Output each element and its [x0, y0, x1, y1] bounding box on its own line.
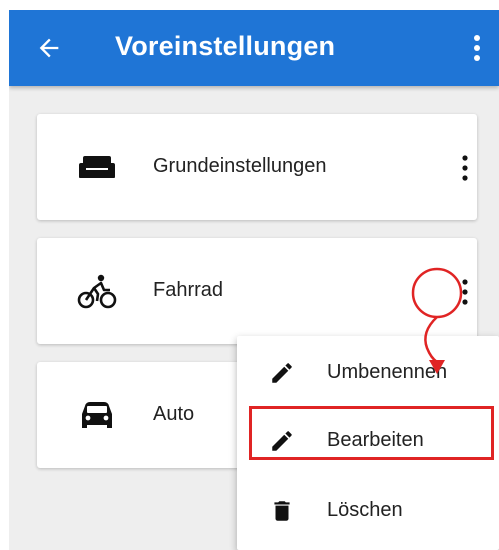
menu-item-label: Umbenennen: [327, 361, 448, 383]
menu-item-bearbeiten[interactable]: Bearbeiten: [237, 408, 499, 474]
pencil-icon: [272, 363, 292, 383]
menu-item-loeschen[interactable]: Löschen: [237, 478, 499, 544]
menu-item-umbenennen[interactable]: Umbenennen: [237, 340, 499, 406]
page-title: Voreinstellungen: [115, 31, 336, 61]
more-vert-icon[interactable]: [465, 32, 489, 64]
menu-item-label: Löschen: [327, 499, 403, 521]
profile-label: Auto: [153, 403, 195, 425]
profile-label: Grundeinstellungen: [153, 155, 327, 177]
context-menu: Umbenennen Bearbeiten Löschen: [237, 336, 499, 550]
sofa-icon: [79, 156, 115, 178]
app-bar: Voreinstellungen: [9, 10, 499, 86]
profile-label: Fahrrad: [153, 279, 224, 301]
trash-icon: [274, 501, 290, 521]
arrow-back-icon[interactable]: [35, 34, 63, 62]
car-icon: [82, 402, 112, 428]
more-vert-icon[interactable]: [455, 150, 475, 186]
pencil-icon: [272, 431, 292, 451]
profile-card-grundeinstellungen[interactable]: Grundeinstellungen: [37, 114, 477, 220]
menu-item-label: Bearbeiten: [327, 429, 424, 451]
more-vert-icon[interactable]: [455, 274, 475, 310]
bicycle-icon: [77, 274, 117, 309]
profile-card-fahrrad[interactable]: Fahrrad: [37, 238, 477, 344]
app-screen: Voreinstellungen Grundeinstellungen Fahr…: [9, 10, 499, 550]
